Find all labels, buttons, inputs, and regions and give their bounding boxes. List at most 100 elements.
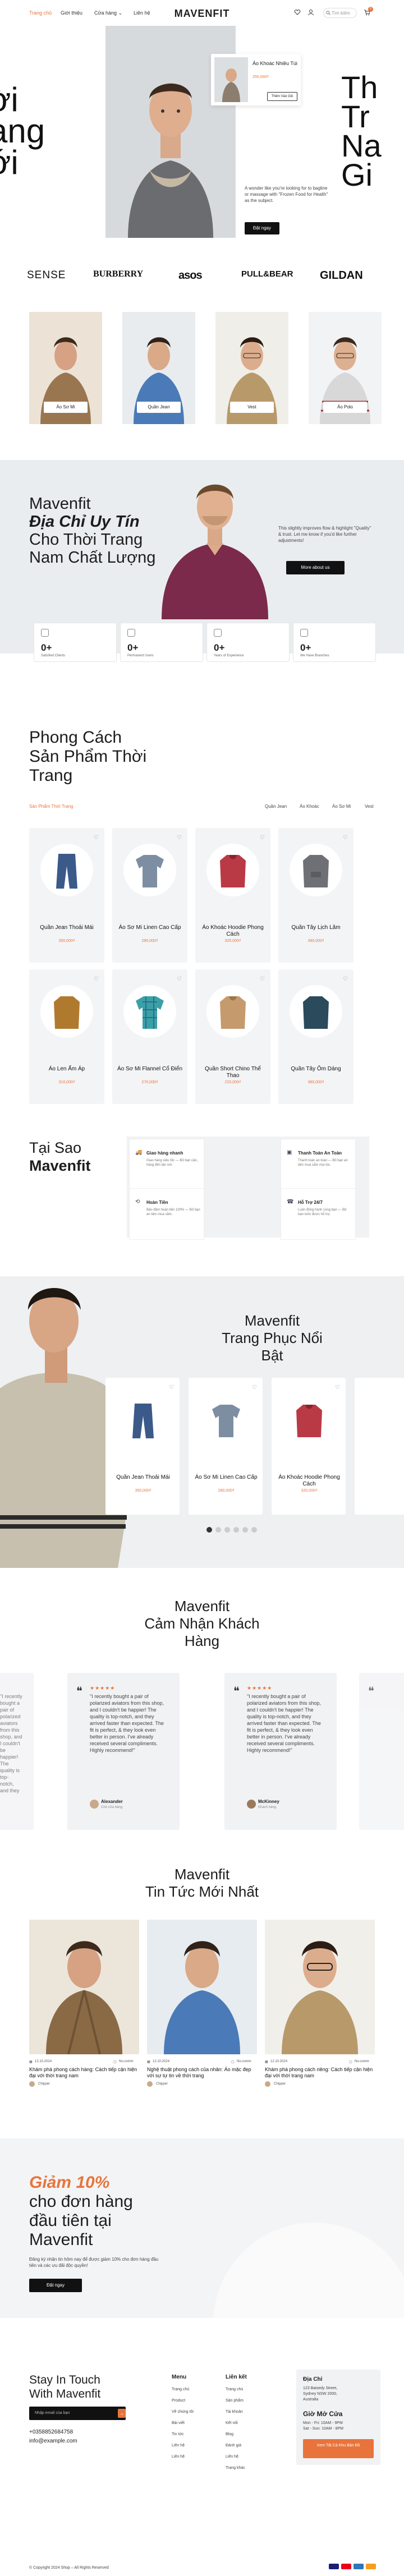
carousel-dot[interactable] — [233, 1527, 239, 1533]
product-illustration — [136, 855, 164, 887]
tab-shirts[interactable]: Áo Sơ Mi — [332, 804, 351, 809]
product-price: 320,000₫ — [224, 939, 241, 943]
product-card[interactable]: ♡ Áo Khoác Hoodie Phong Cách 320,000₫ — [272, 1378, 346, 1515]
stat-number: 0+ — [214, 642, 225, 653]
product-card[interactable]: ♡ Quần Tây Ôm Dáng 360,000₫ — [278, 969, 354, 1104]
news-title[interactable]: Nghệ thuật phong cách của nhân: Áo mặc đ… — [147, 2067, 257, 2079]
footer-menu-link[interactable]: Về chúng tôi — [172, 2410, 194, 2414]
find-store-button[interactable]: Xem Tất Cả Khu Bản Đồ — [303, 2439, 374, 2458]
footer-menu-link[interactable]: Liên hệ — [172, 2455, 185, 2459]
footer-link[interactable]: Sản phẩm — [226, 2399, 244, 2403]
carousel-dot[interactable] — [242, 1527, 248, 1533]
testimonials-heading-line-1: Mavenfit — [174, 1598, 230, 1614]
footer-link[interactable]: Kết nối — [226, 2421, 238, 2425]
footer-menu-link[interactable]: Liên hệ — [172, 2444, 185, 2448]
footer-link[interactable]: Blog — [226, 2432, 233, 2436]
users-icon — [127, 629, 135, 637]
avatar — [247, 1800, 256, 1809]
promo-line-4: Mavenfit — [29, 2230, 93, 2249]
footer-link[interactable]: Đánh giá — [226, 2444, 241, 2448]
hero-product-title: Áo Khoác Nhiều Túi — [252, 61, 297, 66]
footer-address-line: Australia — [303, 2398, 319, 2402]
carousel-dot[interactable] — [215, 1527, 221, 1533]
wishlist-heart-icon[interactable]: ♡ — [177, 976, 182, 982]
category-tile-vest[interactable]: Vest — [215, 312, 288, 424]
news-author: Chipper — [274, 2082, 286, 2086]
footer-link[interactable]: Trang chủ — [226, 2388, 243, 2391]
newsletter-submit-button[interactable]: → — [118, 2409, 126, 2418]
carousel-dot[interactable] — [224, 1527, 230, 1533]
tab-jackets[interactable]: Áo Khoác — [300, 804, 319, 809]
news-card[interactable]: ▦ 12.10.2024 ▢ No.comm Nghệ thuật phong cách… — [147, 1920, 257, 2087]
user-icon[interactable] — [307, 9, 314, 16]
news-card[interactable]: ▦ 12.10.2024 ▢ No.comm Khám phá phong cách r… — [265, 1920, 375, 2087]
category-label: Áo Polo — [323, 402, 367, 413]
footer-link[interactable]: Liên hệ — [226, 2455, 238, 2459]
site-header: Trang chủ Giới thiệu Cửa hàng ⌄ Liên hệ … — [0, 0, 404, 26]
product-card[interactable]: ♡ Quần Jean Thoải Mái 350,000₫ — [105, 1378, 180, 1515]
news-title[interactable]: Khám phá phong cách riêng: Cách tiếp cận… — [265, 2067, 375, 2079]
clients-icon — [41, 629, 49, 637]
product-card[interactable]: ♡ Áo Sơ Mi Linen Cao Cấp 280,000₫ — [112, 828, 187, 963]
news-date: 12.10.2024 — [153, 2060, 170, 2063]
why-title: Hoàn Tiền — [146, 1200, 168, 1205]
product-card[interactable]: ♡ Quần Short Chino Thể Thao 220,000₫ — [195, 969, 270, 1104]
category-tile-shirt[interactable]: Áo Sơ Mi — [29, 312, 102, 424]
wishlist-heart-icon[interactable]: ♡ — [94, 976, 99, 982]
tab-vest[interactable]: Vest — [365, 804, 374, 809]
product-image — [206, 844, 259, 896]
footer-menu-link[interactable]: Trang chủ — [172, 2388, 189, 2391]
comment-icon: ▢ — [231, 2060, 235, 2064]
product-card[interactable]: ♡ Áo Khoác Hoodie Phong Cách 320,000₫ — [195, 828, 270, 963]
footer-hours-line: Mon - Fri: 10AM - 9PM — [303, 2421, 343, 2425]
hero-product-card[interactable]: Áo Khoác Nhiều Túi 250,000₫ Thêm Vào Giỏ — [211, 54, 301, 105]
wishlist-heart-icon[interactable]: ♡ — [169, 1384, 174, 1391]
featured-card-next[interactable] — [355, 1378, 404, 1515]
footer-phone[interactable]: +0358852684758 — [29, 2429, 73, 2435]
tab-jeans[interactable]: Quần Jean — [265, 804, 287, 809]
heart-icon[interactable] — [294, 9, 301, 16]
footer-link[interactable]: Tài khoản — [226, 2410, 243, 2414]
footer-menu-link[interactable]: Bài viết — [172, 2421, 185, 2425]
product-illustration — [212, 1405, 240, 1437]
footer-link[interactable]: Trang khác — [226, 2466, 245, 2470]
about-more-button[interactable]: More about us — [286, 561, 345, 574]
product-card[interactable]: ♡ Áo Len Ấm Áp 310,000₫ — [29, 969, 104, 1104]
footer-menu-link[interactable]: Tin tức — [172, 2432, 184, 2436]
wishlist-heart-icon[interactable]: ♡ — [252, 1384, 257, 1391]
promo-line-3: đầu tiên tại — [29, 2211, 112, 2230]
newsletter-line-2: With Mavenfit — [29, 2388, 101, 2400]
comment-icon: ▢ — [349, 2060, 352, 2064]
filter-active[interactable]: Sản Phẩm Thời Trang — [29, 804, 73, 809]
category-tile-jeans[interactable]: Quần Jean — [122, 312, 195, 424]
footer-email[interactable]: info@example.com — [29, 2438, 77, 2444]
product-card[interactable]: ♡ Áo Sơ Mi Flannel Cổ Điển 270,000₫ — [112, 969, 187, 1104]
newsletter-heading: Stay In Touch With Mavenfit — [29, 2373, 100, 2401]
news-author: Chipper — [38, 2082, 50, 2086]
product-price: 310,000₫ — [58, 1080, 75, 1084]
add-to-cart-button[interactable]: Thêm Vào Giỏ — [267, 92, 297, 101]
wishlist-heart-icon[interactable]: ♡ — [177, 835, 182, 841]
category-tile-polo[interactable]: Áo Polo — [309, 312, 382, 424]
wishlist-heart-icon[interactable]: ♡ — [335, 1384, 340, 1391]
product-card[interactable]: ♡ Quần Tây Lịch Lãm 390,000₫ — [278, 828, 354, 963]
news-card[interactable]: ▦ 12.10.2024 ▢ No.comm Khám phá phong cách h… — [29, 1920, 139, 2087]
carousel-dot-active[interactable] — [206, 1527, 212, 1533]
wishlist-heart-icon[interactable]: ♡ — [260, 976, 265, 982]
wishlist-heart-icon[interactable]: ♡ — [343, 835, 348, 841]
product-card[interactable]: ♡ Quần Jean Thoải Mái 350,000₫ — [29, 828, 104, 963]
carousel-dot[interactable] — [251, 1527, 257, 1533]
news-date: 12.10.2024 — [35, 2060, 52, 2063]
newsletter-email-input[interactable]: Nhập email của bạn — [29, 2407, 126, 2420]
why-title: Giao hàng nhanh — [146, 1151, 183, 1156]
hero-order-button[interactable]: Đặt ngay — [245, 222, 279, 234]
news-author: Chipper — [156, 2082, 168, 2086]
footer-menu-link[interactable]: Product — [172, 2399, 185, 2403]
wishlist-heart-icon[interactable]: ♡ — [260, 835, 265, 841]
wishlist-heart-icon[interactable]: ♡ — [94, 835, 99, 841]
product-card[interactable]: ♡ Áo Sơ Mi Linen Cao Cấp 280,000₫ — [189, 1378, 263, 1515]
promo-order-button[interactable]: Đặt ngay — [29, 2279, 82, 2292]
wishlist-heart-icon[interactable]: ♡ — [343, 976, 348, 982]
experience-icon — [214, 629, 222, 637]
news-title[interactable]: Khám phá phong cách hàng: Cách tiếp cận … — [29, 2067, 139, 2079]
